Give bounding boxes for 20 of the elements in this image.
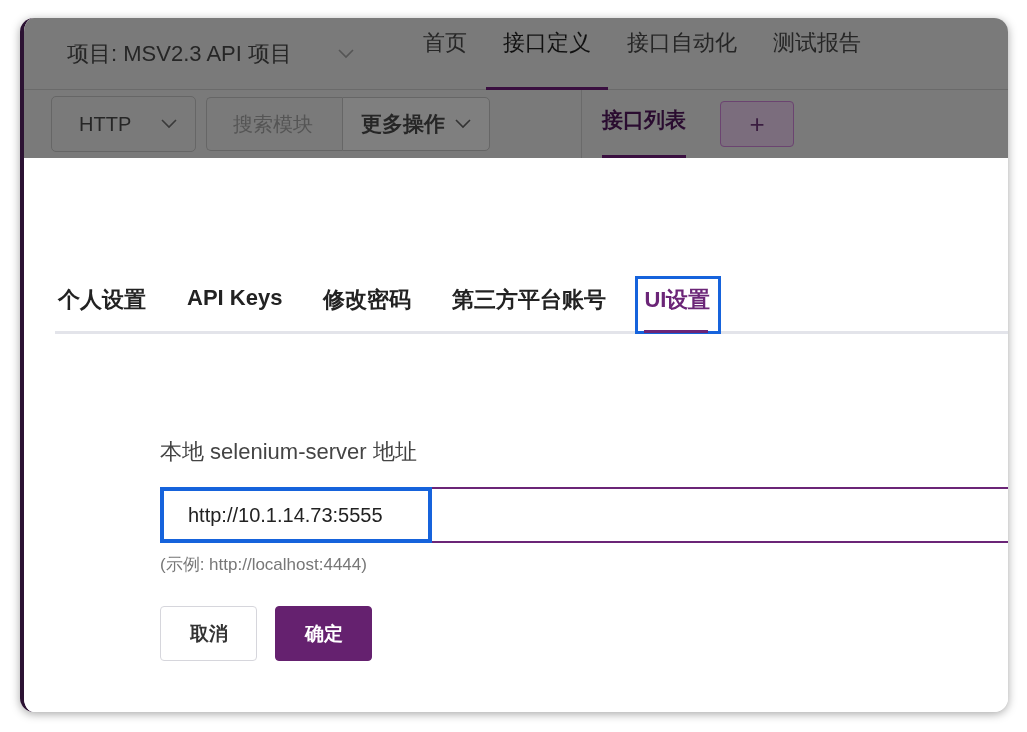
settings-tab[interactable]: 第三方平台账号 <box>449 276 628 331</box>
field-label: 本地 selenium-server 地址 <box>160 438 418 466</box>
chevron-down-icon <box>161 119 178 129</box>
chevron-down-icon <box>337 48 354 59</box>
settings-tab[interactable]: API Keys <box>184 276 304 331</box>
settings-tab[interactable]: 个人设置 <box>55 276 167 331</box>
add-button[interactable]: + <box>720 101 794 147</box>
confirm-button[interactable]: 确定 <box>275 606 372 661</box>
settings-tab[interactable]: 修改密码 <box>320 276 433 331</box>
nav-tab[interactable]: 首页 <box>405 18 484 90</box>
more-actions-button[interactable]: 更多操作 <box>342 97 491 151</box>
nav-tab[interactable]: 测试报告 <box>755 18 878 90</box>
nav-tab[interactable]: 接口定义 <box>485 18 608 90</box>
hint-text: (示例: http://localhost:4444) <box>160 554 368 576</box>
chevron-down-icon <box>455 119 472 129</box>
project-select[interactable]: 项目: MSV2.3 API 项目 <box>67 38 354 69</box>
protocol-select[interactable]: HTTP <box>51 96 197 152</box>
cancel-button[interactable]: 取消 <box>160 606 257 661</box>
settings-tab[interactable]: UI设置 <box>635 276 722 334</box>
nav-tab[interactable]: 接口自动化 <box>609 18 754 90</box>
